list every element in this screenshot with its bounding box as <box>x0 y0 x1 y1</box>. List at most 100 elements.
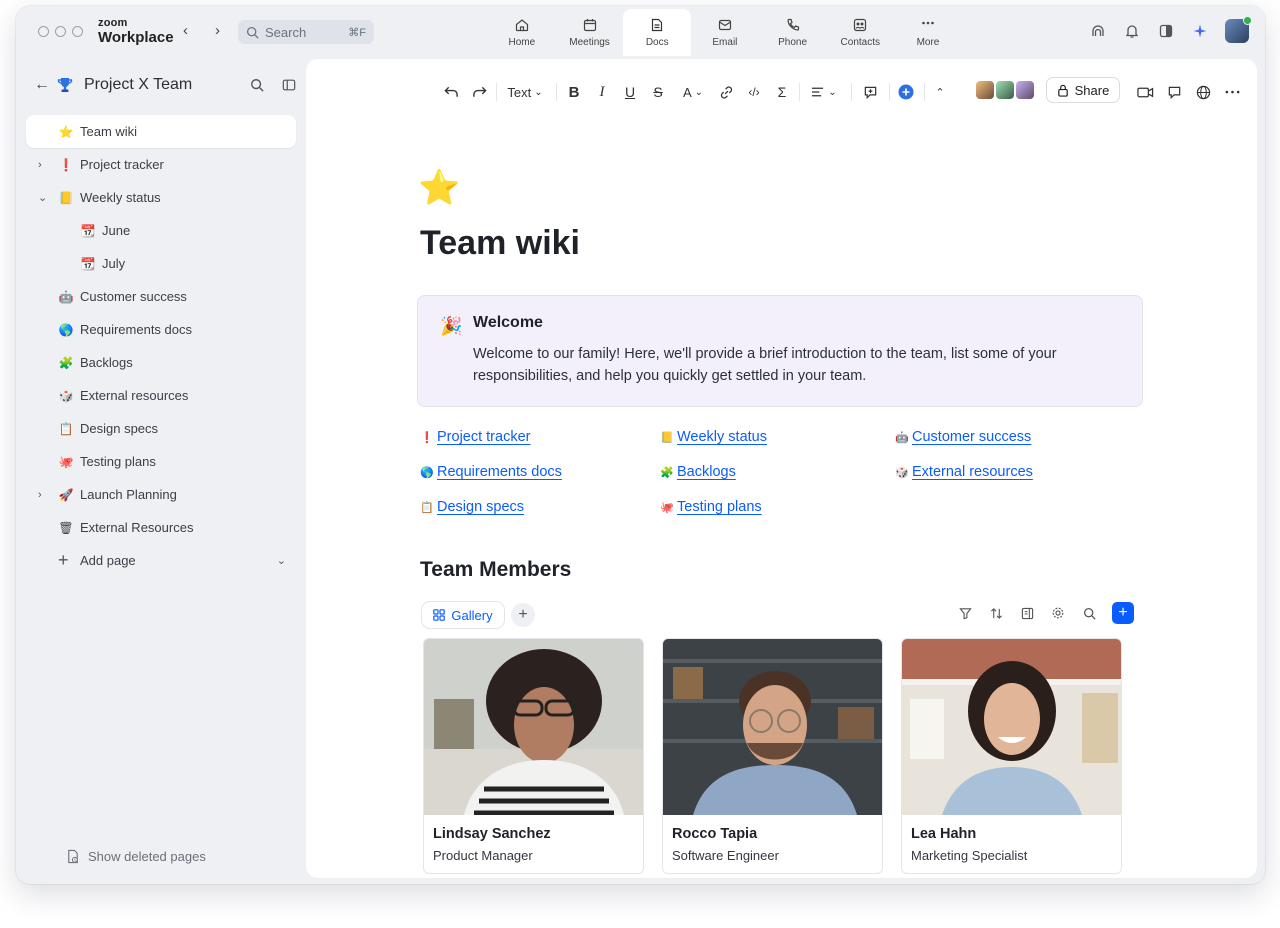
sidebar-header-actions <box>250 78 296 92</box>
link-text[interactable]: External resources <box>912 464 1033 480</box>
link-text[interactable]: Backlogs <box>677 464 736 480</box>
sidebar-item-weekly-status[interactable]: ⌄ 📒 Weekly status <box>26 181 296 214</box>
chevron-down-icon[interactable]: ⌄ <box>38 191 50 204</box>
redo-icon[interactable] <box>470 81 488 103</box>
sidebar-item-july[interactable]: 📆 July <box>26 247 296 280</box>
undo-icon[interactable] <box>442 81 460 103</box>
tab-docs[interactable]: Docs <box>623 9 692 56</box>
close-window-button[interactable] <box>38 26 49 37</box>
tab-gallery-view[interactable]: Gallery <box>422 602 504 628</box>
link-requirements-docs[interactable]: 🌎 Requirements docs <box>420 464 562 480</box>
sidebar-item-testing-plans[interactable]: 🐙 Testing plans <box>26 445 296 478</box>
forward-arrow-icon[interactable]: › <box>215 22 220 39</box>
page-star-icon[interactable]: ⭐ <box>418 171 460 205</box>
member-card[interactable]: Lindsay Sanchez Product Manager <box>423 638 644 874</box>
toolbar-divider <box>496 83 497 101</box>
card-layout-icon[interactable] <box>1019 605 1035 621</box>
sidebar-item-requirements-docs[interactable]: 🌎 Requirements docs <box>26 313 296 346</box>
add-view-button[interactable]: + <box>511 603 535 627</box>
huddle-icon[interactable] <box>1089 22 1107 40</box>
text-color-dropdown[interactable]: A ⌄ <box>678 81 708 103</box>
strikethrough-icon[interactable]: S <box>650 81 666 103</box>
link-backlogs[interactable]: 🧩 Backlogs <box>660 464 736 480</box>
underline-icon[interactable]: U <box>622 81 638 103</box>
page-title[interactable]: Team wiki <box>420 224 580 263</box>
link-external-resources[interactable]: 🎲 External resources <box>895 464 1033 480</box>
add-record-button[interactable]: + <box>1112 602 1134 624</box>
panel-toggle-icon[interactable] <box>1157 22 1175 40</box>
link-text[interactable]: Testing plans <box>677 499 762 515</box>
video-icon[interactable] <box>1136 81 1154 103</box>
sort-icon[interactable] <box>988 605 1004 621</box>
member-card[interactable]: Lea Hahn Marketing Specialist <box>901 638 1122 874</box>
filter-icon[interactable] <box>957 605 973 621</box>
sidebar-item-project-tracker[interactable]: › ❗ Project tracker <box>26 148 296 181</box>
back-arrow-icon[interactable]: ← <box>34 76 56 94</box>
settings-gear-icon[interactable] <box>1050 605 1066 621</box>
collaborator-avatar[interactable] <box>974 79 996 101</box>
link-weekly-status[interactable]: 📒 Weekly status <box>660 429 767 445</box>
italic-icon[interactable]: I <box>594 81 610 103</box>
sidebar-item-design-specs[interactable]: 📋 Design specs <box>26 412 296 445</box>
link-testing-plans[interactable]: 🐙 Testing plans <box>660 499 762 515</box>
member-card[interactable]: Rocco Tapia Software Engineer <box>662 638 883 874</box>
add-page-button[interactable]: + Add page ⌄ <box>26 544 296 577</box>
puzzle-icon: 🧩 <box>660 466 674 479</box>
tab-meetings[interactable]: Meetings <box>556 9 624 55</box>
sidebar-item-team-wiki[interactable]: ⭐ Team wiki <box>26 115 296 148</box>
tab-email[interactable]: Email <box>691 9 759 55</box>
sidebar-item-backlogs[interactable]: 🧩 Backlogs <box>26 346 296 379</box>
share-button[interactable]: Share <box>1046 77 1120 103</box>
formula-sigma-icon[interactable]: Σ <box>774 81 790 103</box>
tab-more[interactable]: More <box>894 9 962 55</box>
text-style-dropdown[interactable]: Text ⌄ <box>504 81 546 103</box>
user-avatar[interactable] <box>1225 16 1252 43</box>
bold-icon[interactable]: B <box>566 81 582 103</box>
link-text[interactable]: Design specs <box>437 499 524 515</box>
more-dots-icon <box>922 21 934 24</box>
link-customer-success[interactable]: 🤖 Customer success <box>895 429 1031 445</box>
chevron-up-icon[interactable]: ⌃ <box>933 81 947 103</box>
maximize-window-button[interactable] <box>72 26 83 37</box>
tab-phone[interactable]: Phone <box>759 9 827 55</box>
sidebar-item-external-resources[interactable]: 🎲 External resources <box>26 379 296 412</box>
back-arrow-icon[interactable]: ‹ <box>183 22 188 39</box>
chevron-down-icon[interactable]: ⌄ <box>277 554 286 567</box>
trophy-icon <box>57 78 73 92</box>
ai-sparkle-icon[interactable] <box>1191 22 1209 40</box>
link-text[interactable]: Requirements docs <box>437 464 562 480</box>
chevron-right-icon[interactable]: › <box>38 159 50 171</box>
insert-plus-icon[interactable] <box>897 81 915 103</box>
link-design-specs[interactable]: 📋 Design specs <box>420 499 524 515</box>
link-icon[interactable] <box>717 81 735 103</box>
sidebar-item-launch-planning[interactable]: › 🚀 Launch Planning <box>26 478 296 511</box>
toolbar-divider <box>889 83 890 101</box>
tab-home[interactable]: Home <box>488 9 556 55</box>
comment-add-icon[interactable] <box>861 81 879 103</box>
collapse-sidebar-icon[interactable] <box>282 78 296 92</box>
search-bar[interactable]: Search ⌘F <box>238 20 374 44</box>
comments-icon[interactable] <box>1165 81 1183 103</box>
link-text[interactable]: Weekly status <box>677 429 767 445</box>
search-icon[interactable] <box>1081 605 1097 621</box>
show-deleted-pages-button[interactable]: Show deleted pages <box>66 849 206 864</box>
code-icon[interactable]: ‹/› <box>744 81 764 103</box>
link-text[interactable]: Project tracker <box>437 429 530 445</box>
chevron-right-icon[interactable]: › <box>38 489 50 501</box>
sidebar-item-external-resources-2[interactable]: 🗑 External Resources <box>26 511 296 544</box>
link-project-tracker[interactable]: ❗ Project tracker <box>420 429 530 445</box>
more-dots-icon[interactable] <box>1223 81 1241 103</box>
callout-body: Welcome to our family! Here, we'll provi… <box>473 346 1057 384</box>
globe-icon[interactable] <box>1194 81 1212 103</box>
align-dropdown[interactable]: ⌄ <box>809 81 839 103</box>
minimize-window-button[interactable] <box>55 26 66 37</box>
search-icon[interactable] <box>250 78 264 92</box>
sidebar-item-customer-success[interactable]: 🤖 Customer success <box>26 280 296 313</box>
collaborator-avatar[interactable] <box>994 79 1016 101</box>
collaborator-avatar[interactable] <box>1014 79 1036 101</box>
link-text[interactable]: Customer success <box>912 429 1031 445</box>
sidebar-item-june[interactable]: 📆 June <box>26 214 296 247</box>
bell-icon[interactable] <box>1123 22 1141 40</box>
top-bar: zoom Workplace ‹ › Search ⌘F Home Meetin… <box>16 6 1265 56</box>
tab-contacts[interactable]: Contacts <box>826 9 894 55</box>
